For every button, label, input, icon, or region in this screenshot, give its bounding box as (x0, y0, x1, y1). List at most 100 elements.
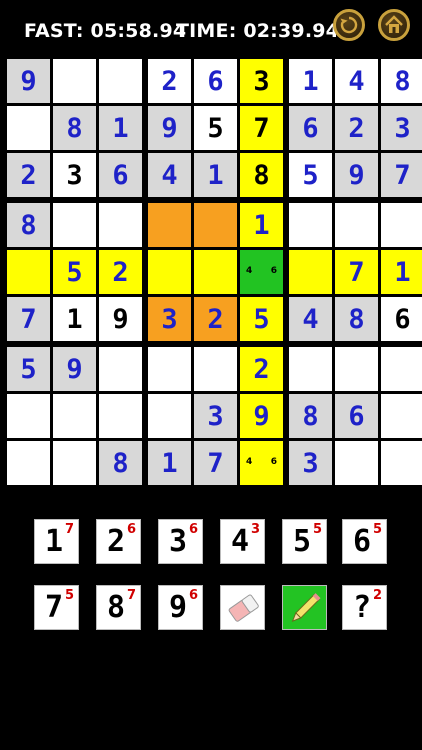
eraser-button[interactable] (220, 585, 265, 630)
cell-r6c7[interactable]: 4 (289, 297, 332, 341)
cell-r2c9[interactable]: 3 (381, 106, 422, 150)
cell-r6c2[interactable]: 1 (53, 297, 96, 341)
cell-r7c5[interactable] (194, 347, 237, 391)
cell-r8c2[interactable] (53, 394, 96, 438)
cell-r9c4[interactable]: 1 (148, 441, 191, 485)
cell-r1c2[interactable] (53, 59, 96, 103)
cell-r8c3[interactable] (99, 394, 142, 438)
cell-r4c4[interactable] (148, 203, 191, 247)
cell-r3c7[interactable]: 5 (289, 153, 332, 197)
cell-r8c5[interactable]: 3 (194, 394, 237, 438)
cell-r9c1[interactable] (7, 441, 50, 485)
cell-r7c9[interactable] (381, 347, 422, 391)
cell-r5c5[interactable] (194, 250, 237, 294)
number-key-2[interactable]: 26 (96, 519, 141, 564)
number-key-4[interactable]: 43 (220, 519, 265, 564)
key-number: 8 (107, 590, 126, 625)
cell-r6c3[interactable]: 9 (99, 297, 142, 341)
cell-r1c7[interactable]: 1 (289, 59, 332, 103)
cell-r5c9[interactable]: 1 (381, 250, 422, 294)
cell-r2c7[interactable]: 6 (289, 106, 332, 150)
cell-r8c8[interactable]: 6 (335, 394, 378, 438)
cell-r9c9[interactable] (381, 441, 422, 485)
cell-r6c5[interactable]: 2 (194, 297, 237, 341)
cell-r5c1[interactable] (7, 250, 50, 294)
cell-r7c4[interactable] (148, 347, 191, 391)
hint-key[interactable]: ? 2 (342, 585, 387, 630)
cell-r5c6[interactable]: 46 (240, 250, 283, 294)
cell-r1c3[interactable] (99, 59, 142, 103)
cell-r7c7[interactable] (289, 347, 332, 391)
cell-r4c8[interactable] (335, 203, 378, 247)
cell-r7c8[interactable] (335, 347, 378, 391)
cell-r3c6[interactable]: 8 (240, 153, 283, 197)
cell-r3c8[interactable]: 9 (335, 153, 378, 197)
cell-r6c8[interactable]: 8 (335, 297, 378, 341)
cell-r1c4[interactable]: 2 (148, 59, 191, 103)
cell-r9c3[interactable]: 8 (99, 441, 142, 485)
cell-r3c9[interactable]: 7 (381, 153, 422, 197)
cell-r1c9[interactable]: 8 (381, 59, 422, 103)
cell-r3c2[interactable]: 3 (53, 153, 96, 197)
cell-r1c1[interactable]: 9 (7, 59, 50, 103)
cell-r9c7[interactable]: 3 (289, 441, 332, 485)
cell-r2c8[interactable]: 2 (335, 106, 378, 150)
cell-r2c4[interactable]: 9 (148, 106, 191, 150)
cell-digit: 9 (348, 159, 365, 191)
cell-r1c8[interactable]: 4 (335, 59, 378, 103)
cell-r7c3[interactable] (99, 347, 142, 391)
cell-r5c7[interactable] (289, 250, 332, 294)
cell-r8c1[interactable] (7, 394, 50, 438)
cell-digit: 5 (66, 256, 83, 288)
cell-r2c2[interactable]: 8 (53, 106, 96, 150)
cell-r5c3[interactable]: 2 (99, 250, 142, 294)
cell-r7c1[interactable]: 5 (7, 347, 50, 391)
cell-r2c1[interactable] (7, 106, 50, 150)
cell-r5c4[interactable] (148, 250, 191, 294)
number-key-8[interactable]: 87 (96, 585, 141, 630)
cell-r6c4[interactable]: 3 (148, 297, 191, 341)
cell-r7c6[interactable]: 2 (240, 347, 283, 391)
number-key-3[interactable]: 36 (158, 519, 203, 564)
cell-r7c2[interactable]: 9 (53, 347, 96, 391)
cell-r2c3[interactable]: 1 (99, 106, 142, 150)
cell-r4c6[interactable]: 1 (240, 203, 283, 247)
cell-r4c2[interactable] (53, 203, 96, 247)
cell-r9c2[interactable] (53, 441, 96, 485)
number-key-9[interactable]: 96 (158, 585, 203, 630)
cell-r6c6[interactable]: 5 (240, 297, 283, 341)
cell-r6c1[interactable]: 7 (7, 297, 50, 341)
cell-r4c1[interactable]: 8 (7, 203, 50, 247)
cell-r1c5[interactable]: 6 (194, 59, 237, 103)
number-key-7[interactable]: 75 (34, 585, 79, 630)
cell-r5c8[interactable]: 7 (335, 250, 378, 294)
number-key-5[interactable]: 55 (282, 519, 327, 564)
cell-r8c4[interactable] (148, 394, 191, 438)
home-button[interactable] (378, 9, 410, 41)
cell-digit: 3 (302, 447, 319, 479)
number-key-6[interactable]: 65 (342, 519, 387, 564)
number-key-1[interactable]: 17 (34, 519, 79, 564)
cell-r1c6[interactable]: 3 (240, 59, 283, 103)
cell-r3c5[interactable]: 1 (194, 153, 237, 197)
cell-r6c9[interactable]: 6 (381, 297, 422, 341)
cell-r2c6[interactable]: 7 (240, 106, 283, 150)
cell-r4c7[interactable] (289, 203, 332, 247)
pencil-mode-button[interactable] (282, 585, 327, 630)
cell-r8c7[interactable]: 8 (289, 394, 332, 438)
cell-r3c1[interactable]: 2 (7, 153, 50, 197)
cell-r5c2[interactable]: 5 (53, 250, 96, 294)
cell-r9c6[interactable]: 46 (240, 441, 283, 485)
cell-r8c9[interactable] (381, 394, 422, 438)
undo-button[interactable] (333, 9, 365, 41)
cell-r8c6[interactable]: 9 (240, 394, 283, 438)
cell-r4c9[interactable] (381, 203, 422, 247)
cell-r3c4[interactable]: 4 (148, 153, 191, 197)
cell-r9c5[interactable]: 7 (194, 441, 237, 485)
undo-icon (340, 16, 358, 34)
cell-r3c3[interactable]: 6 (99, 153, 142, 197)
cell-r2c5[interactable]: 5 (194, 106, 237, 150)
cell-r4c5[interactable] (194, 203, 237, 247)
cell-r4c3[interactable] (99, 203, 142, 247)
cell-r9c8[interactable] (335, 441, 378, 485)
